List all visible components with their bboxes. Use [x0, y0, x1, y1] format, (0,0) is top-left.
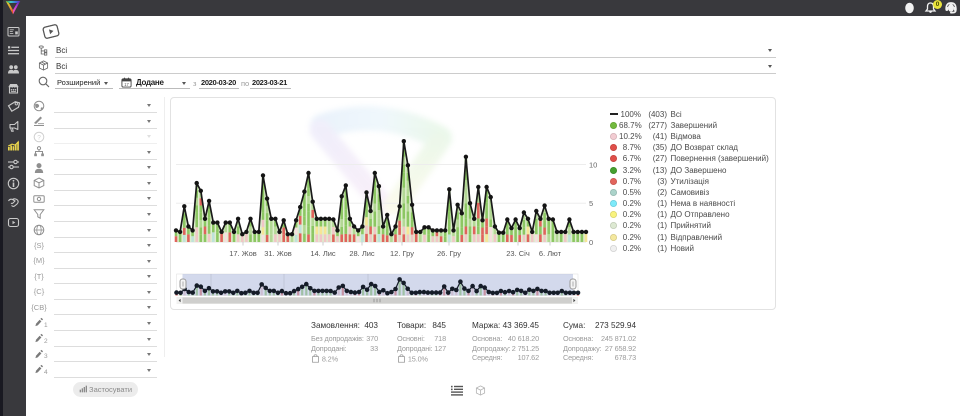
- svg-text:?: ?: [37, 134, 41, 141]
- svg-text:17: 17: [124, 82, 129, 87]
